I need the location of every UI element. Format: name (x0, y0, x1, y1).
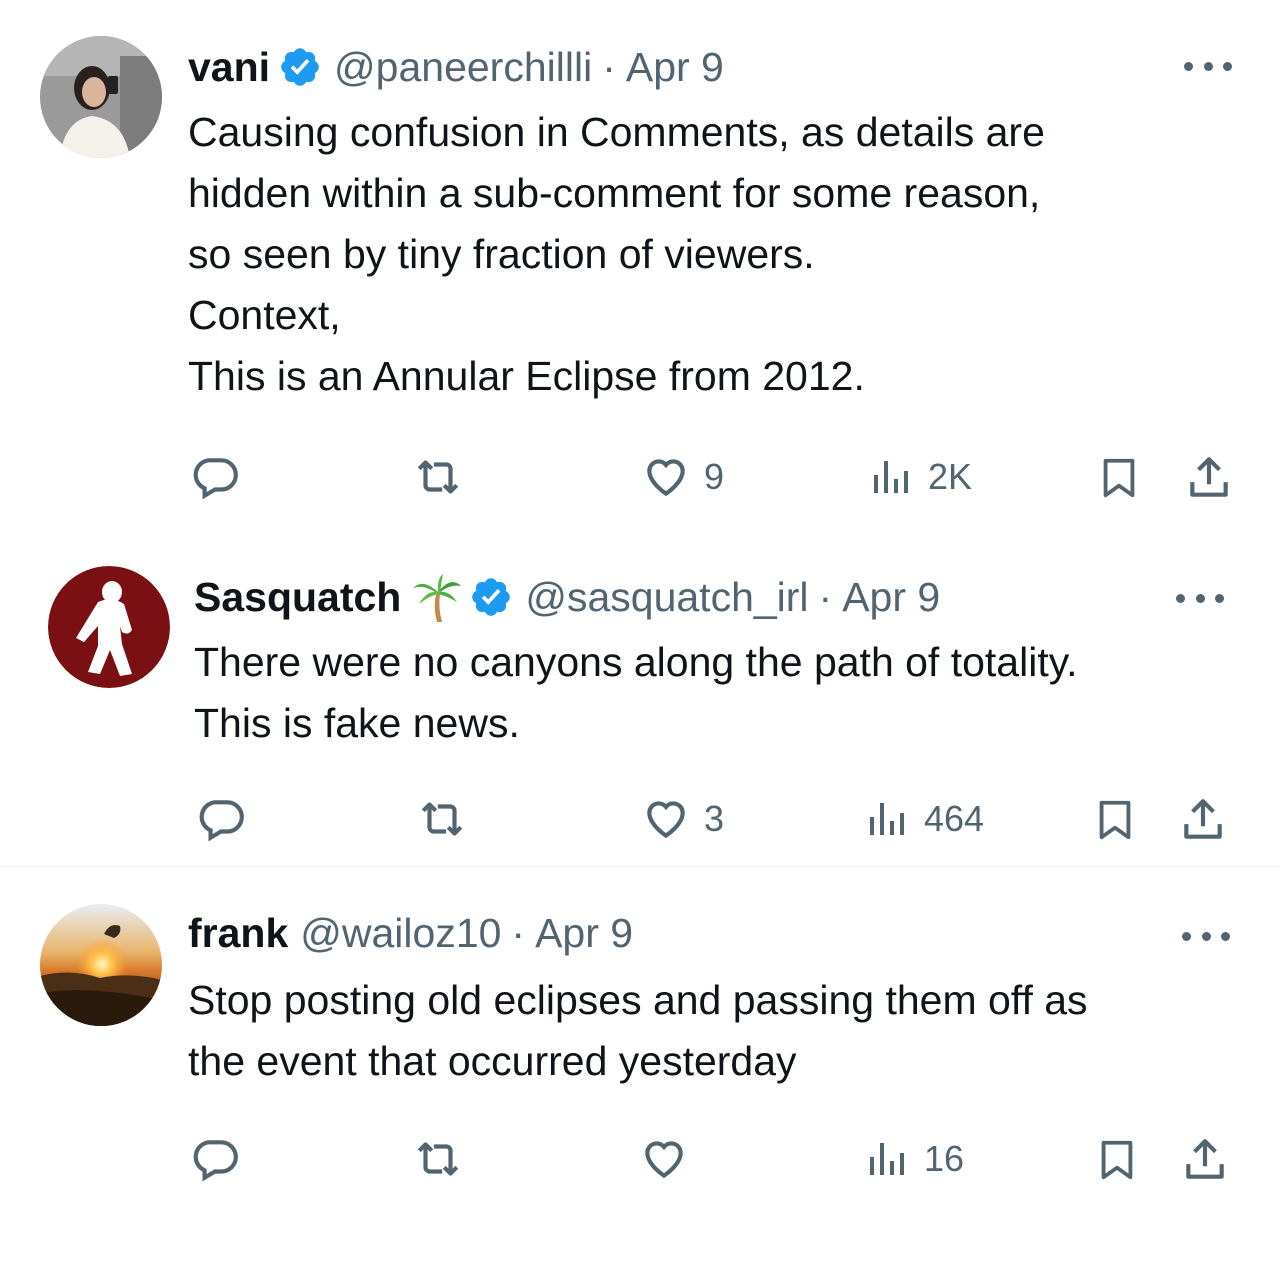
tweet-text-line: This is an Annular Eclipse from 2012. (188, 353, 865, 399)
heart-icon (647, 801, 685, 839)
author-name[interactable]: vani (188, 42, 270, 92)
share-button[interactable] (1184, 452, 1234, 504)
analytics-icon (870, 803, 904, 835)
separator: · (818, 574, 833, 620)
views-button[interactable]: 2K (868, 452, 972, 502)
retweet-icon (417, 1142, 459, 1176)
tweet-text-line: the event that occurred yesterday (188, 1038, 797, 1084)
author-handle[interactable]: @paneerchillli (334, 42, 592, 92)
retweet-button[interactable] (410, 1134, 466, 1184)
more-options-icon[interactable] (1184, 56, 1232, 76)
bookmark-button[interactable] (1094, 1134, 1140, 1186)
palm-tree-icon (411, 572, 462, 622)
more-options-icon[interactable] (1182, 926, 1230, 946)
reply-icon (193, 1140, 238, 1182)
bookmark-icon (1103, 458, 1135, 498)
retweet-button[interactable] (410, 452, 466, 502)
divider (0, 866, 1280, 867)
separator: · (511, 910, 526, 956)
tweet-text-line: There were no canyons along the path of … (194, 639, 1078, 685)
more-options-icon[interactable] (1176, 588, 1224, 608)
view-count: 464 (924, 798, 985, 839)
avatar-frank[interactable] (40, 904, 162, 1026)
like-count: 9 (704, 456, 725, 497)
tweet-text: Causing confusion in Comments, as detail… (188, 102, 1045, 407)
retweet-button[interactable] (414, 794, 470, 844)
action-bar: 16 (0, 1130, 1280, 1190)
separator: · (602, 44, 616, 90)
verified-badge-icon (278, 45, 322, 89)
reply-icon (199, 800, 244, 842)
like-button[interactable]: 3 (640, 794, 724, 844)
heart-icon (647, 459, 685, 497)
bookmark-button[interactable] (1096, 452, 1142, 504)
retweet-icon (421, 802, 463, 836)
author-handle[interactable]: @sasquatch_irl (525, 572, 808, 622)
share-icon (1184, 799, 1222, 839)
analytics-icon (874, 461, 908, 493)
tweet-text-line: This is fake news. (194, 700, 520, 746)
view-count: 16 (924, 1138, 965, 1179)
tweet-date[interactable]: Apr 9 (626, 42, 724, 92)
verified-badge-icon (469, 575, 513, 619)
views-button[interactable]: 464 (864, 794, 984, 844)
action-bar: 3 464 (0, 790, 1280, 850)
view-count: 2K (928, 456, 973, 497)
like-button[interactable]: 9 (640, 452, 724, 502)
author-name[interactable]: frank (188, 908, 288, 958)
share-icon (1190, 457, 1228, 497)
author-handle[interactable]: @wailoz10 (300, 908, 501, 958)
reply-button[interactable] (190, 1134, 240, 1184)
tweet-text-line: hidden within a sub-comment for some rea… (188, 170, 1041, 216)
like-count: 3 (704, 798, 725, 839)
heart-icon (645, 1141, 683, 1179)
tweet-text-line: so seen by tiny fraction of viewers. (188, 231, 815, 277)
tweet-date[interactable]: Apr 9 (535, 908, 633, 958)
share-icon (1186, 1139, 1224, 1179)
views-button[interactable]: 16 (864, 1134, 964, 1184)
action-bar: 9 2K (0, 448, 1280, 508)
bookmark-icon (1099, 800, 1131, 840)
analytics-icon (870, 1143, 904, 1175)
like-button[interactable] (638, 1134, 702, 1184)
author-name[interactable]: Sasquatch (194, 572, 401, 622)
tweet-text-line: Causing confusion in Comments, as detail… (188, 109, 1045, 155)
avatar-vani[interactable] (40, 36, 162, 158)
share-button[interactable] (1180, 1134, 1230, 1186)
reply-button[interactable] (196, 794, 246, 844)
retweet-icon (417, 460, 459, 494)
bookmark-icon (1101, 1140, 1133, 1180)
reply-button[interactable] (190, 452, 240, 502)
share-button[interactable] (1178, 794, 1228, 846)
bookmark-button[interactable] (1092, 794, 1138, 846)
tweet-text: There were no canyons along the path of … (194, 632, 1078, 754)
tweet-text-line: Stop posting old eclipses and passing th… (188, 977, 1088, 1023)
tweet-text-line: Context, (188, 292, 341, 338)
tweet-date[interactable]: Apr 9 (842, 572, 940, 622)
reply-icon (193, 458, 238, 500)
tweet-text: Stop posting old eclipses and passing th… (188, 970, 1088, 1092)
avatar-sasquatch[interactable] (48, 566, 170, 688)
